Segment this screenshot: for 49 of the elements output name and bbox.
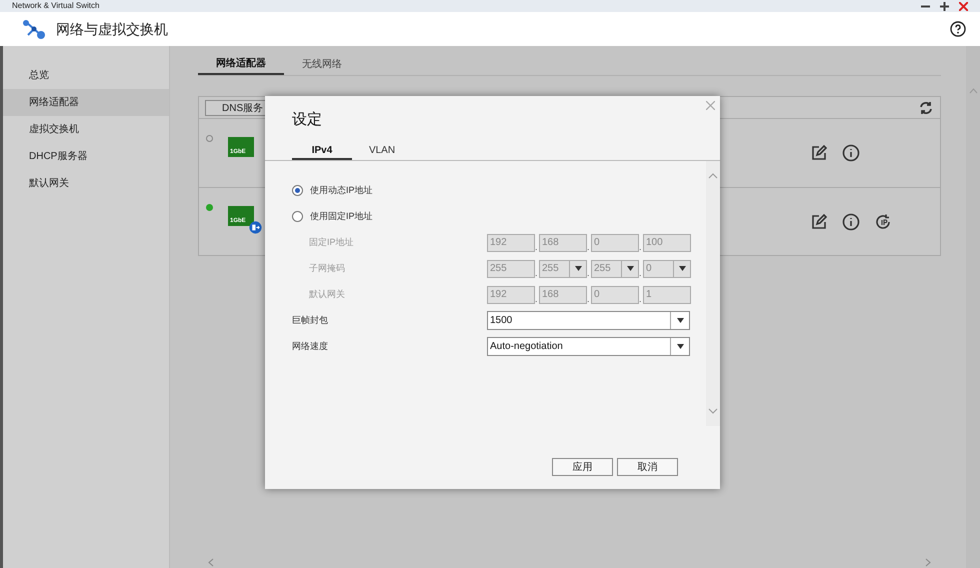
field-label: 巨帧封包 [292,314,329,327]
dialog-tab[interactable]: VLAN [352,142,412,160]
sidebar-item[interactable]: 默认网关 [3,170,169,197]
caret-icon [626,266,634,271]
edit-icon[interactable] [810,212,828,230]
radio-button[interactable] [292,211,303,222]
caret-icon [678,266,686,271]
dot-separator: . [535,268,539,278]
sidebar-item[interactable]: 总览 [3,62,169,89]
sidebar-item[interactable]: DHCP服务器 [3,143,169,170]
network-nodes-icon [22,19,46,39]
caret-icon [676,344,684,349]
maximize-icon[interactable] [940,2,949,10]
dialog-button[interactable]: 应用 [552,458,613,476]
field-label: 子网掩码 [309,262,346,275]
tab[interactable]: 无线网络 [284,54,360,75]
dot-separator: . [535,242,539,252]
dot-separator: . [639,242,643,252]
radio-button[interactable] [292,185,303,196]
dropdown[interactable]: Auto-negotiation [487,337,690,356]
edit-icon[interactable] [810,144,828,162]
dot-separator: . [587,294,591,304]
sidebar-item[interactable]: 网络适配器 [3,89,169,116]
tab[interactable]: 网络适配器 [198,54,284,75]
field-label: 固定IP地址 [309,236,355,249]
caret-icon [574,266,582,271]
field-label: 网络速度 [292,340,329,353]
radio-label: 使用固定IP地址 [310,210,373,223]
ip-refresh-icon[interactable] [874,212,892,230]
window-title: Network & Virtual Switch [12,2,100,10]
dialog-button[interactable]: 取消 [617,458,678,476]
field-label: 默认网关 [309,288,346,301]
close-icon[interactable] [959,2,968,10]
dot-separator: . [587,268,591,278]
radio-label: 使用动态IP地址 [310,184,373,197]
dropdown[interactable]: 1500 [487,311,690,330]
app-title: 网络与虚拟交换机 [56,20,168,38]
refresh-icon[interactable] [919,100,933,114]
sidebar-item[interactable]: 虚拟交换机 [3,116,169,143]
dot-separator: . [639,268,643,278]
dialog-tab[interactable]: IPv4 [292,142,352,160]
help-icon[interactable] [950,21,966,37]
info-icon[interactable] [842,212,860,230]
caret-icon [676,318,684,323]
dot-separator: . [587,242,591,252]
info-icon[interactable] [842,144,860,162]
dot-separator: . [535,294,539,304]
dot-separator: . [639,294,643,304]
dialog-title: 设定 [292,110,323,130]
